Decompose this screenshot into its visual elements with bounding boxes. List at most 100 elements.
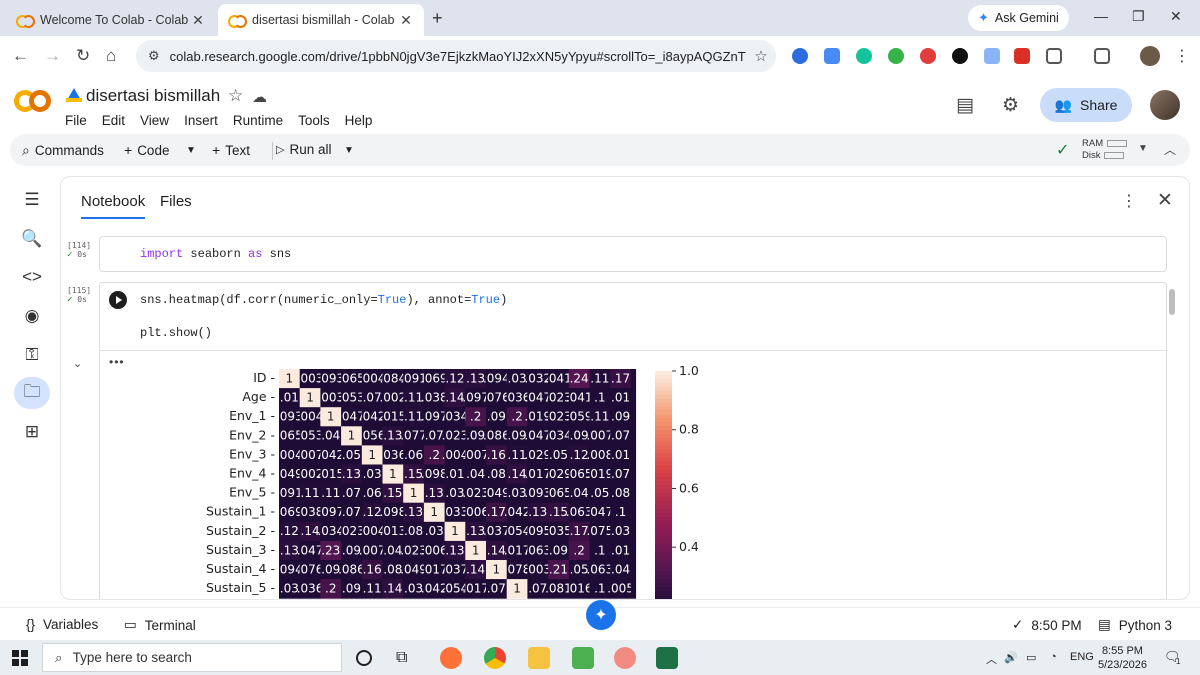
task-view-icon[interactable]: ⧉ — [396, 649, 418, 671]
translate-extension-icon[interactable] — [824, 48, 840, 64]
network-icon[interactable]: ◔ — [1050, 651, 1057, 663]
run-all-button[interactable]: ▷ Run all — [276, 142, 332, 157]
browser-profile-avatar[interactable] — [1140, 46, 1160, 66]
media-app-icon[interactable] — [614, 647, 636, 669]
table-of-contents-icon[interactable]: ☰ — [22, 190, 42, 210]
heatmap-cell-value: .053 — [297, 429, 324, 443]
code-line[interactable]: import seaborn as sns — [140, 247, 291, 261]
commands-button[interactable]: ⌕ Commands — [22, 142, 104, 159]
code-cell[interactable]: import seaborn as sns — [99, 236, 1167, 272]
adblock-extension-icon[interactable] — [920, 48, 936, 64]
windows-start-icon[interactable] — [12, 650, 28, 666]
taskbar-search[interactable]: ⌕ Type here to search — [42, 643, 342, 672]
user-avatar[interactable] — [1150, 90, 1180, 120]
tab-search-icon[interactable] — [1094, 48, 1110, 64]
menu-help[interactable]: Help — [345, 113, 382, 128]
secrets-eye-icon[interactable]: ◉ — [22, 306, 42, 326]
code-line[interactable]: plt.show() — [140, 326, 212, 340]
menu-file[interactable]: File — [65, 113, 96, 128]
menu-tools[interactable]: Tools — [298, 113, 339, 128]
panel-more-icon[interactable]: ⋮ — [1121, 191, 1137, 211]
output-more-icon[interactable]: ••• — [109, 355, 125, 369]
cortana-icon[interactable] — [356, 650, 372, 666]
tray-chevron-up-icon[interactable]: ︿ — [986, 651, 997, 667]
tab-files[interactable]: Files — [160, 193, 192, 210]
excel-icon[interactable] — [656, 647, 678, 669]
code-snippets-icon[interactable]: <> — [22, 267, 42, 287]
heatmap-cell-value: .017 — [462, 581, 489, 595]
editor-scrollbar[interactable] — [1169, 289, 1175, 315]
heatmap-cell-value: .013 — [379, 524, 406, 538]
data-table-icon[interactable]: ⊞ — [22, 422, 42, 442]
menu-insert[interactable]: Insert — [184, 113, 227, 128]
notebook-title[interactable]: disertasi bismillah — [86, 86, 220, 106]
window-close-button[interactable]: ✕ — [1170, 8, 1182, 25]
chart-app-icon[interactable] — [572, 647, 594, 669]
run-cell-button[interactable] — [109, 291, 127, 309]
find-replace-icon[interactable]: 🔍 — [21, 229, 42, 249]
site-settings-icon[interactable]: ⚙ — [148, 48, 160, 64]
code-dropdown-chevron-icon[interactable]: ▼ — [186, 145, 196, 156]
resource-monitor[interactable]: RAM Disk — [1082, 138, 1128, 162]
colorbar-segment — [655, 430, 672, 435]
last-run-status[interactable]: ✓ 8:50 PM — [1012, 617, 1082, 633]
terminal-button[interactable]: ▭ Terminal — [124, 617, 196, 633]
ask-gemini-button[interactable]: ✦ Ask Gemini — [968, 5, 1069, 31]
variables-button[interactable]: {} Variables — [26, 617, 98, 632]
volume-icon[interactable]: 🔊 — [1004, 651, 1018, 664]
menu-view[interactable]: View — [140, 113, 178, 128]
heatmap-cell-value: .053 — [338, 390, 365, 404]
secrets-key-icon[interactable]: ⚿ — [22, 345, 42, 365]
gemini-button[interactable]: ✦ — [586, 600, 616, 630]
code-line[interactable]: sns.heatmap(df.corr(numeric_only=True), … — [140, 293, 507, 307]
collapse-chevron-up-icon[interactable]: ︿ — [1164, 141, 1176, 158]
firefox-icon[interactable] — [440, 647, 462, 669]
home-icon[interactable]: ⌂ — [106, 46, 116, 66]
add-text-button[interactable]: + Text — [212, 142, 250, 158]
extensions-puzzle-icon[interactable] — [1046, 48, 1062, 64]
file-explorer-icon[interactable] — [528, 647, 550, 669]
green-extension-icon[interactable] — [888, 48, 904, 64]
tab-disertasi-bismillah[interactable]: disertasi bismillah - Colab ✕ — [218, 4, 424, 36]
minimize-button[interactable]: — — [1094, 8, 1108, 24]
reload-icon[interactable]: ↻ — [76, 46, 90, 66]
clock[interactable]: 8:55 PM 5/23/2026 — [1098, 644, 1147, 672]
back-arrow-icon[interactable]: ← — [12, 46, 29, 66]
output-collapse-chevron-icon[interactable]: ⌄ — [73, 357, 82, 370]
colorbar-segment — [655, 504, 672, 510]
files-folder-icon[interactable]: 🗀 — [14, 377, 50, 409]
menu-runtime[interactable]: Runtime — [233, 113, 292, 128]
run-all-dropdown-chevron-icon[interactable]: ▼ — [344, 145, 354, 156]
close-tab-icon[interactable]: ✕ — [190, 12, 206, 29]
docs-extension-icon[interactable] — [984, 48, 1000, 64]
add-code-button[interactable]: + Code — [124, 142, 169, 158]
drive-icon[interactable] — [66, 88, 82, 102]
menu-edit[interactable]: Edit — [102, 113, 134, 128]
heatmap-cell-value: .01 — [445, 467, 464, 481]
forward-arrow-icon[interactable]: → — [44, 46, 61, 66]
comments-icon[interactable]: ▤ — [956, 94, 974, 117]
battery-icon[interactable]: ▭ — [1026, 651, 1036, 664]
colab-logo[interactable] — [14, 90, 52, 114]
pdf-extension-icon[interactable] — [1014, 48, 1030, 64]
heatmap-cell-value: .12 — [280, 524, 299, 538]
address-bar[interactable]: ⚙ colab.research.google.com/drive/1pbbN0… — [136, 40, 776, 72]
dark-extension-icon[interactable] — [952, 48, 968, 64]
kernel-status[interactable]: ▤ Python 3 — [1098, 617, 1172, 633]
zoom-extension-icon[interactable] — [792, 48, 808, 64]
star-icon[interactable]: ☆ — [228, 86, 243, 106]
runtime-dropdown-chevron-icon[interactable]: ▼ — [1138, 143, 1148, 154]
chrome-icon[interactable] — [484, 647, 506, 669]
tab-notebook[interactable]: Notebook — [81, 193, 146, 219]
new-tab-button[interactable]: + — [432, 8, 443, 29]
restore-button[interactable]: ❐ — [1132, 8, 1145, 25]
input-language[interactable]: ENG — [1070, 651, 1094, 663]
browser-menu-icon[interactable]: ⋮ — [1174, 46, 1190, 66]
bookmark-star-icon[interactable]: ☆ — [746, 47, 776, 65]
grammarly-extension-icon[interactable] — [856, 48, 872, 64]
tab-welcome-to-colab[interactable]: Welcome To Colab - Colab ✕ — [6, 4, 216, 36]
panel-close-icon[interactable]: ✕ — [1157, 189, 1173, 212]
share-button[interactable]: 👥 Share — [1040, 88, 1132, 122]
close-tab-icon[interactable]: ✕ — [398, 12, 414, 29]
settings-gear-icon[interactable]: ⚙ — [1002, 94, 1019, 117]
